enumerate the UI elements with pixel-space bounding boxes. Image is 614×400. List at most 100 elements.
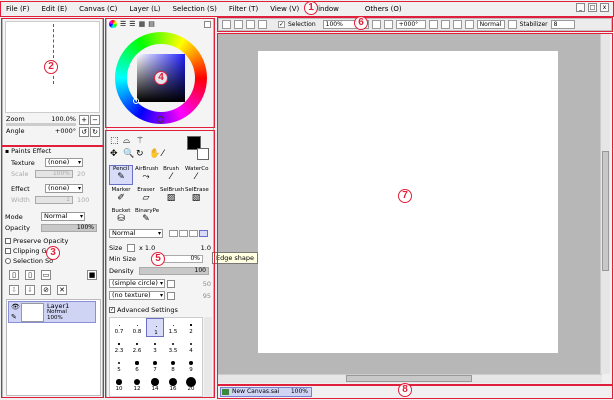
selection-checkbox[interactable]: ✓ [278,21,285,28]
layer-row[interactable]: 👁 ✎ Layer1 Normal 100% [8,301,96,323]
tool-binarypen[interactable]: BinaryPe ✎ [134,207,159,227]
mode-select[interactable]: Normal [41,212,85,221]
toolbar-mode-field[interactable]: Normal [476,20,505,29]
menu-selection[interactable]: Selection (S) [167,5,223,13]
brush-size-option[interactable]: 8 [164,356,182,375]
toolbar-reset-rotate-icon[interactable] [452,20,462,29]
density-bar[interactable]: 100 [139,267,209,275]
brush-size-option[interactable]: 7 [146,356,164,375]
maximize-button[interactable]: □ [588,3,597,12]
deselect-icon[interactable] [246,20,255,29]
selection-source-row[interactable]: Selection So [5,257,53,265]
hue-cursor[interactable] [157,116,164,123]
brush-size-option[interactable]: 14 [146,375,164,394]
brush-texture-settings-icon[interactable] [167,291,175,300]
vertical-scrollbar[interactable] [600,33,610,374]
hsv-slider-tab-icon[interactable]: ☰ [129,20,135,28]
eye-icon[interactable]: 👁 [11,303,20,311]
vertical-scroll-thumb[interactable] [602,151,609,271]
undo-icon[interactable] [222,20,231,29]
size-range-icon[interactable] [127,244,135,252]
clipping-group-row[interactable]: Clipping Gr [5,247,49,255]
brush-size-option[interactable]: 0.8 [128,318,146,337]
brush-shape-select[interactable]: (simple circle) [109,279,165,288]
color-panel-menu-icon[interactable] [204,21,211,28]
brush-shape-settings-icon[interactable] [167,279,175,288]
menu-canvas[interactable]: Canvas (C) [73,5,123,13]
toolbar-zoom-field[interactable]: 100% [322,20,357,29]
advanced-settings-row[interactable]: ✓ Advanced Settings [109,306,178,314]
zoom-icon[interactable]: 🔍 [123,149,134,159]
scratchpad-tab-icon[interactable]: ▤ [148,20,155,28]
stabilizer-select[interactable]: 8 [550,20,575,29]
tool-bucket[interactable]: Bucket ⛁ [109,207,133,227]
tool-airbrush[interactable]: AirBrush ⤳ [134,165,158,185]
lasso-icon[interactable]: ⌓ [123,136,130,146]
horizontal-scrollbar[interactable] [218,374,602,383]
swatches-tab-icon[interactable]: ▦ [139,20,146,28]
toolbar-stroke-icon[interactable] [507,20,517,29]
opacity-bar[interactable]: 100% [41,224,97,232]
zoom-out-icon[interactable]: − [90,115,100,125]
rgb-slider-tab-icon[interactable]: ☰ [120,20,126,28]
clear-layer-icon[interactable]: ⊘ [41,285,51,295]
delete-layer-icon[interactable]: ✕ [57,285,67,295]
brush-size-option[interactable]: 3 [146,337,164,356]
brush-size-option[interactable]: 12 [128,375,146,394]
move-icon[interactable]: ✥ [110,149,118,159]
blend-mode-select[interactable]: Normal [109,229,163,238]
menu-layer[interactable]: Layer (L) [123,5,166,13]
tool-selbrush[interactable]: SelBrush ▨ [159,186,184,206]
tool-selerase[interactable]: SelErase ▧ [184,186,209,206]
toolbar-angle-field[interactable]: +000° [395,20,426,29]
brush-size-option[interactable]: 10 [110,375,128,394]
advanced-settings-checkbox[interactable]: ✓ [109,307,115,313]
brush-size-option[interactable]: 1 [146,318,164,337]
menu-others[interactable]: Others (O) [359,5,408,13]
min-size-bar[interactable]: 0% [163,255,203,263]
brush-size-option[interactable]: 3.5 [164,337,182,356]
minimize-button[interactable]: _ [576,3,585,12]
toolbar-rotate-right-icon[interactable] [440,20,450,29]
canvas-tab[interactable]: New Canvas.sai 100% [220,387,312,397]
color-wheel-tab-icon[interactable] [109,20,117,28]
edge-shape-1-icon[interactable] [169,230,178,237]
secondary-color-swatch[interactable] [197,148,209,160]
brush-size-option[interactable]: 1.5 [164,318,182,337]
hand-icon[interactable]: ✋ [149,149,160,159]
scale-bar[interactable]: 100% [35,170,73,178]
size-multiplier[interactable]: x 1.0 [139,244,179,252]
preserve-opacity-checkbox[interactable] [5,238,11,244]
new-folder-icon[interactable]: ▭ [41,270,51,280]
selection-source-radio[interactable] [5,258,11,264]
zoom-in-icon[interactable]: + [79,115,89,125]
texture-select[interactable]: (none) [45,158,83,167]
edge-shape-2-icon[interactable] [179,230,188,237]
transfer-down-icon[interactable]: ⇩ [9,285,19,295]
menu-edit[interactable]: Edit (E) [35,5,73,13]
close-button[interactable]: x [600,3,609,12]
brush-size-option[interactable]: 6 [128,356,146,375]
tool-pencil[interactable]: Pencil ✎ [109,165,133,185]
toolbar-reset-zoom-icon[interactable] [383,20,393,29]
rotate-left-icon[interactable]: ↺ [79,127,89,137]
sv-cursor[interactable] [133,98,139,104]
tool-brush[interactable]: Brush ⁄ [159,165,183,185]
toolbar-rotate-left-icon[interactable] [428,20,438,29]
size-grid-scrollbar[interactable] [204,317,212,397]
preserve-opacity-row[interactable]: Preserve Opacity [5,237,68,245]
width-bar[interactable]: 1 [35,196,73,204]
menu-filter[interactable]: Filter (T) [223,5,264,13]
redo-icon[interactable] [234,20,243,29]
brush-size-option[interactable]: 0.7 [110,318,128,337]
horizontal-scroll-thumb[interactable] [346,375,472,382]
invert-selection-icon[interactable] [258,20,267,29]
new-layer-icon[interactable]: ▯ [9,270,19,280]
new-linework-layer-icon[interactable]: ▯ [25,270,35,280]
tool-watercolor[interactable]: WaterCo ⁄ [184,165,208,185]
zoom-slider[interactable] [6,123,76,126]
brush-size-option[interactable]: 4 [182,337,200,356]
canvas-area[interactable] [218,33,602,374]
brush-size-option[interactable]: 20 [182,375,200,394]
eyedropper-icon[interactable]: ⁄ [162,149,164,159]
